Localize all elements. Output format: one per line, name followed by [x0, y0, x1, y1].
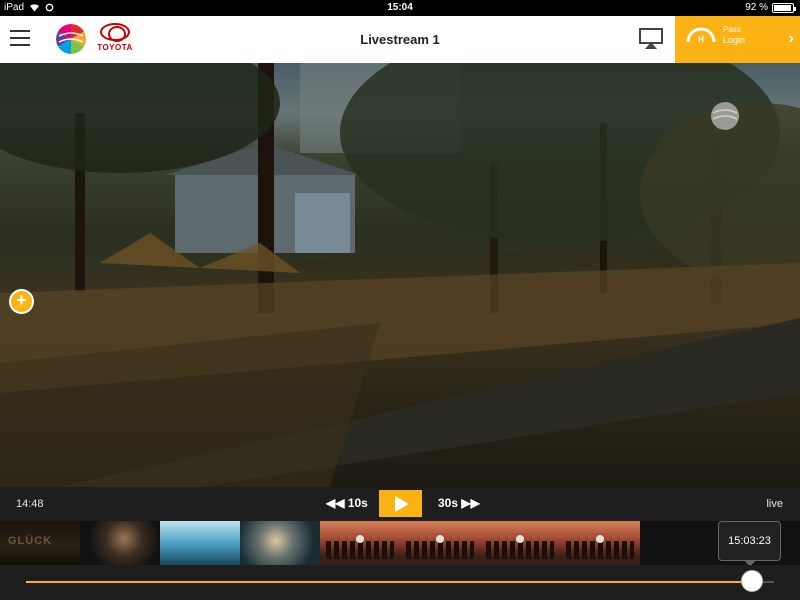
sat1-watermark: [710, 101, 740, 131]
thumbnail[interactable]: [160, 521, 240, 565]
battery-icon: [772, 2, 796, 13]
pass-login-labels: Pass Login: [723, 24, 745, 46]
chevron-right-icon: ›: [788, 30, 794, 47]
play-icon: [395, 496, 409, 512]
forward-button[interactable]: 30s ▶▶: [438, 496, 480, 510]
timeline-progress: [26, 581, 752, 583]
login-label: Login: [723, 35, 746, 45]
thumbnail[interactable]: [480, 521, 560, 565]
battery-fill: [774, 4, 791, 11]
pass-login-button[interactable]: H Pass Login ›: [675, 16, 800, 63]
thumbnail[interactable]: [560, 521, 640, 565]
page-title: Livestream 1: [360, 32, 440, 47]
timeline-scrubber: [0, 565, 800, 600]
timeline-track[interactable]: [26, 581, 774, 583]
rewind-button[interactable]: ◀◀ 10s: [326, 496, 368, 510]
battery-percent: 92 %: [745, 2, 768, 13]
live-button[interactable]: live: [766, 498, 783, 510]
speedometer-icon: H: [686, 27, 716, 44]
menu-icon[interactable]: [10, 30, 30, 48]
current-time: 14:48: [16, 498, 44, 510]
pass-label: Pass: [723, 25, 741, 34]
forward-icon: ▶▶: [461, 496, 480, 510]
sat1-logo[interactable]: [56, 24, 86, 54]
app-header: TOYOTA Livestream 1 H Pass Login ›: [0, 16, 800, 63]
forward-label: 30s: [438, 496, 459, 510]
thumbnail[interactable]: [400, 521, 480, 565]
toyota-logo[interactable]: TOYOTA: [96, 23, 134, 52]
svg-text:H: H: [698, 35, 704, 44]
video-frame: [0, 63, 800, 487]
rewind-icon: ◀◀: [326, 496, 345, 510]
status-right: 92 %: [745, 2, 796, 13]
thumbnail[interactable]: [240, 521, 320, 565]
player-controls: 14:48 ◀◀ 10s 30s ▶▶ live: [0, 487, 800, 521]
thumbnail[interactable]: GLÜCK: [0, 521, 80, 565]
status-time: 15:04: [387, 2, 413, 13]
time-tooltip: 15:03:23: [718, 521, 781, 567]
toyota-wordmark: TOYOTA: [97, 43, 133, 52]
thumbnail-strip: GLÜCK: [0, 521, 800, 565]
video-player[interactable]: +: [0, 63, 800, 487]
status-bar: iPad 15:04 92 %: [0, 0, 800, 16]
thumbnail-label: GLÜCK: [8, 535, 53, 547]
play-button[interactable]: [379, 490, 422, 517]
toyota-emblem: [100, 23, 130, 42]
timeline-knob[interactable]: [740, 570, 763, 592]
plus-icon[interactable]: +: [9, 289, 34, 314]
airplay-icon[interactable]: [639, 28, 663, 50]
thumbnail[interactable]: [320, 521, 400, 565]
rewind-label: 10s: [347, 496, 368, 510]
thumbnail[interactable]: [80, 521, 160, 565]
